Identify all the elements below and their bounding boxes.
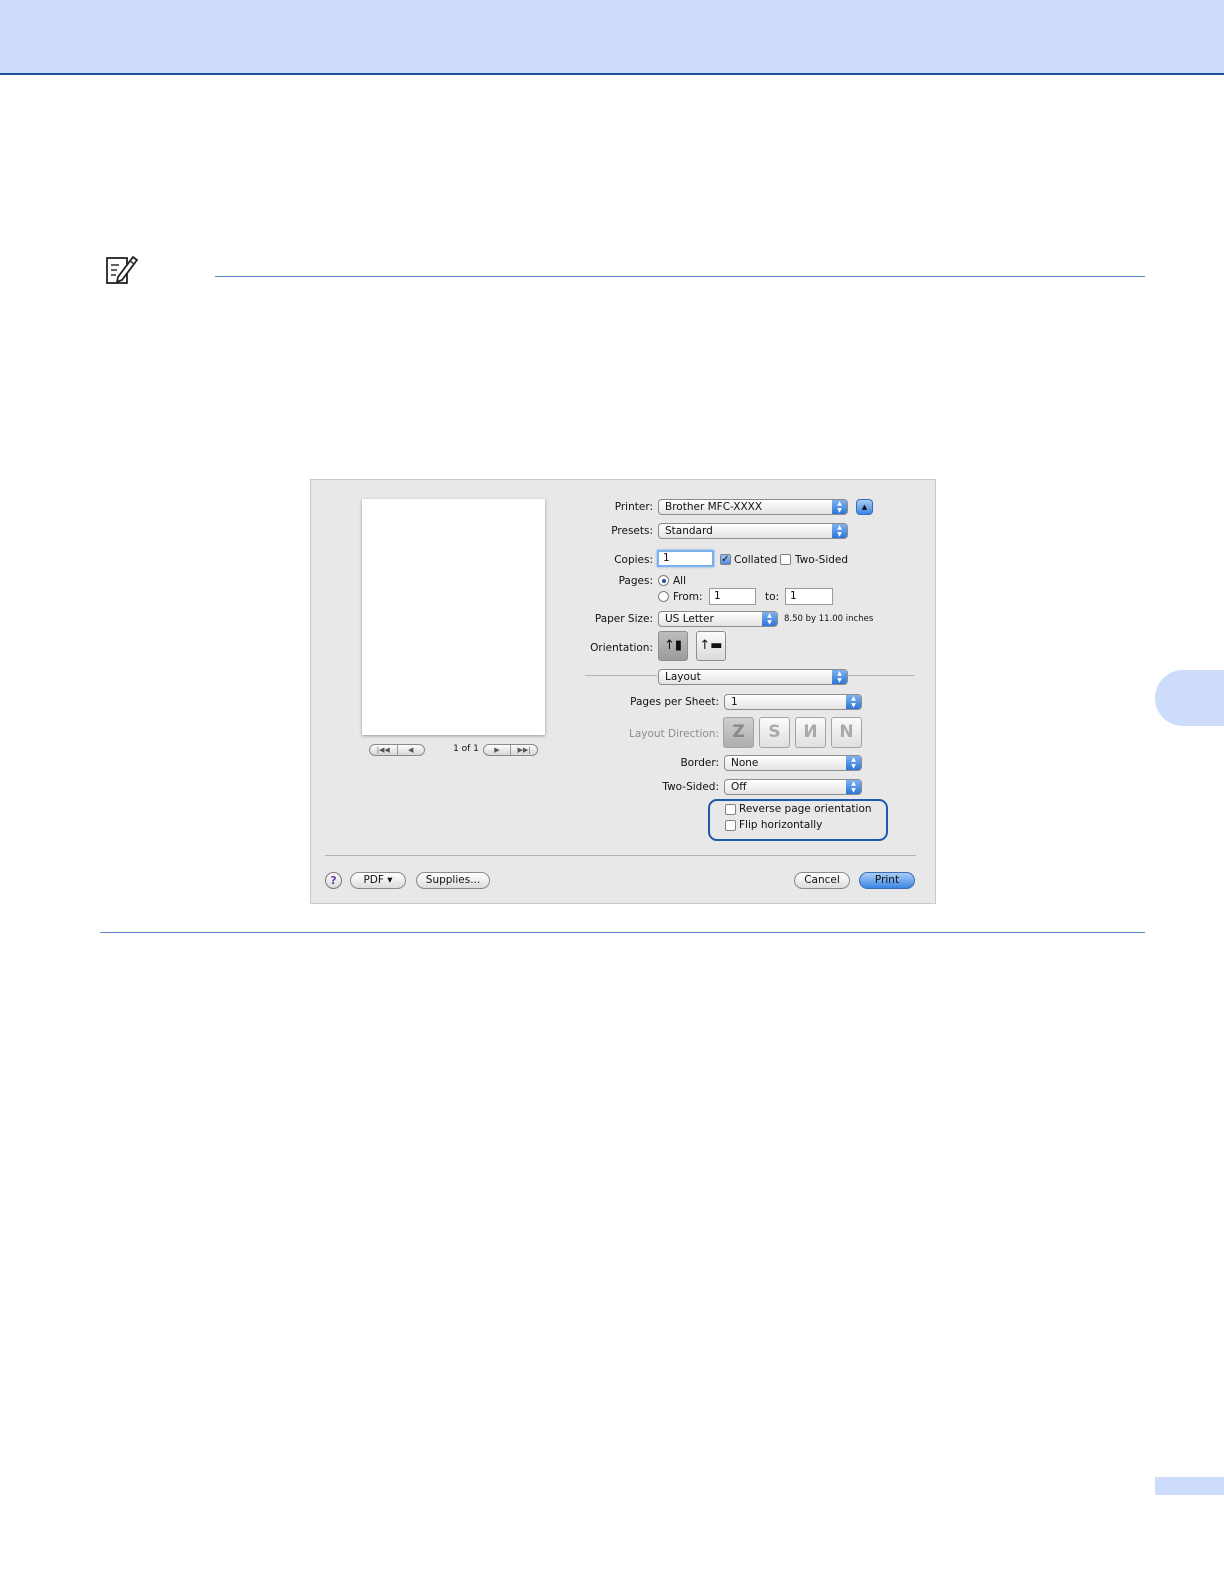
to-input[interactable]: 1	[785, 588, 833, 605]
copies-input[interactable]: 1	[657, 550, 714, 567]
pages-label: Pages:	[618, 575, 653, 587]
page-preview	[362, 499, 545, 735]
section-separator-left	[585, 675, 657, 676]
two-sided-select[interactable]: Off ▲ ▼	[724, 779, 862, 795]
note-pencil-icon	[106, 255, 138, 284]
section-value: Layout	[665, 671, 701, 683]
paper-size-dimensions: 8.50 by 11.00 inches	[784, 614, 874, 624]
section-select[interactable]: Layout ▲ ▼	[658, 669, 848, 685]
layout-direction-s-icon[interactable]: S	[759, 717, 790, 748]
presets-select[interactable]: Standard ▲ ▼	[658, 523, 848, 539]
presets-value: Standard	[665, 525, 713, 537]
pages-per-sheet-value: 1	[731, 696, 738, 708]
two-sided-value: Off	[731, 781, 747, 793]
next-page-icon[interactable]: ▶	[484, 745, 511, 755]
popup-arrows-icon: ▲ ▼	[846, 780, 861, 794]
pages-to-label: to:	[765, 591, 780, 603]
layout-direction-reverse-n-icon[interactable]: И	[795, 717, 826, 748]
pages-all-radio[interactable]	[658, 575, 669, 586]
page-number-tab	[1155, 1477, 1224, 1495]
flip-horizontally-checkbox[interactable]	[725, 820, 736, 831]
layout-direction-label: Layout Direction:	[628, 728, 719, 740]
popup-arrows-icon: ▲ ▼	[832, 670, 847, 684]
help-icon[interactable]: ?	[325, 872, 342, 889]
previous-page-icon[interactable]: ◀	[398, 745, 425, 755]
reverse-orientation-label: Reverse page orientation	[739, 803, 872, 815]
popup-arrows-icon: ▲ ▼	[832, 500, 847, 514]
section-separator-right	[848, 675, 914, 676]
print-dialog: |◀◀ ◀ 1 of 1 ▶ ▶▶| Printer: Brother MFC-…	[310, 479, 936, 904]
copies-label: Copies:	[614, 554, 653, 566]
collated-label: Collated	[734, 554, 778, 566]
pages-per-sheet-select[interactable]: 1 ▲ ▼	[724, 694, 862, 710]
print-button[interactable]: Print	[859, 872, 915, 889]
popup-arrows-icon: ▲ ▼	[846, 695, 861, 709]
collated-checkbox[interactable]: ✓	[720, 554, 731, 565]
printer-value: Brother MFC-XXXX	[665, 501, 763, 513]
next-last-page-buttons[interactable]: ▶ ▶▶|	[483, 744, 538, 756]
last-page-icon[interactable]: ▶▶|	[511, 745, 537, 755]
paper-size-select[interactable]: US Letter ▲ ▼	[658, 611, 778, 627]
pdf-button[interactable]: PDF ▾	[350, 872, 406, 889]
chapter-tab	[1155, 670, 1224, 726]
two-sided-check-label: Two-Sided	[795, 554, 849, 566]
disclosure-up-icon[interactable]: ▲	[856, 499, 873, 515]
pages-per-sheet-label: Pages per Sheet:	[630, 696, 719, 708]
from-input[interactable]: 1	[709, 588, 756, 605]
flip-horizontally-label: Flip horizontally	[739, 819, 823, 831]
pages-from-label: From:	[673, 591, 703, 603]
layout-direction-z-icon[interactable]: Z	[723, 717, 754, 748]
layout-direction-n-icon[interactable]: N	[831, 717, 862, 748]
popup-arrows-icon: ▲ ▼	[832, 524, 847, 538]
paper-size-value: US Letter	[665, 613, 714, 625]
note-top-rule	[215, 276, 1145, 277]
border-label: Border:	[680, 757, 719, 769]
paper-size-label: Paper Size:	[594, 613, 653, 625]
reverse-orientation-checkbox[interactable]	[725, 804, 736, 815]
printer-label: Printer:	[614, 501, 653, 513]
note-bottom-rule	[100, 932, 1145, 933]
popup-arrows-icon: ▲ ▼	[846, 756, 861, 770]
two-sided-checkbox[interactable]	[780, 554, 791, 565]
border-select[interactable]: None ▲ ▼	[724, 755, 862, 771]
popup-arrows-icon: ▲ ▼	[762, 612, 777, 626]
header-band	[0, 0, 1224, 75]
printer-select[interactable]: Brother MFC-XXXX ▲ ▼	[658, 499, 848, 515]
two-sided-label: Two-Sided:	[662, 781, 719, 793]
supplies-button[interactable]: Supplies...	[416, 872, 490, 889]
portrait-orientation-icon[interactable]: ↑▮	[658, 631, 688, 661]
pages-all-label: All	[673, 575, 687, 587]
footer-separator	[325, 855, 916, 856]
presets-label: Presets:	[611, 525, 653, 537]
first-prev-page-buttons[interactable]: |◀◀ ◀	[369, 744, 425, 756]
border-value: None	[731, 757, 759, 769]
pages-from-radio[interactable]	[658, 591, 669, 602]
orientation-label: Orientation:	[590, 642, 653, 654]
cancel-button[interactable]: Cancel	[794, 872, 850, 889]
landscape-orientation-icon[interactable]: ↑▬	[696, 631, 726, 661]
first-page-icon[interactable]: |◀◀	[370, 745, 398, 755]
